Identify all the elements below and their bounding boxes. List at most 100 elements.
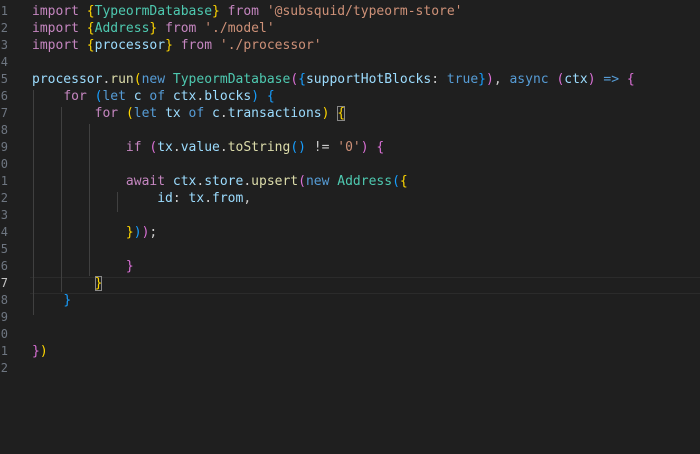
code-token: != [305,140,338,155]
code-line[interactable]: 0 [0,156,700,173]
code-line[interactable]: 4 [0,54,700,71]
code-token: processor [94,38,166,53]
line-number: 1 [0,4,8,18]
code-line[interactable]: 2 id: tx.from, [0,190,700,207]
code-token: import [32,21,87,36]
line-number: 2 [0,191,8,205]
code-line[interactable]: 5 processor.run(new TypeormDatabase({supp… [0,71,700,88]
code-token: '0' [337,140,361,155]
code-text: })); [32,224,157,241]
code-line[interactable]: 0 [0,326,700,343]
line-number: 5 [0,242,8,256]
code-token: } [478,72,486,87]
code-line[interactable]: 5 [0,241,700,258]
code-line[interactable]: 3 [0,207,700,224]
line-number: 2 [0,361,8,375]
code-line[interactable]: 1 import {TypeormDatabase} from '@subsqui… [0,3,700,20]
code-token: . [172,140,181,155]
code-text: import {Address} from './model' [32,20,275,37]
code-token: () [290,140,306,155]
code-line[interactable]: 2 import {Address} from './model' [0,20,700,37]
code-token: } [125,225,134,240]
code-token: : [431,72,447,87]
line-number: 5 [0,72,8,86]
code-token: } [94,276,103,291]
line-number: 7 [0,106,8,120]
code-token: '@subsquid/typeorm-store' [266,4,463,19]
code-token: for [94,106,126,121]
code-token: tx [165,106,181,121]
code-line[interactable]: 1 await ctx.store.upsert(new Address({ [0,173,700,190]
code-line[interactable]: 7 } [0,275,700,292]
code-token: { [298,72,306,87]
code-token: ( [298,174,306,189]
code-token: let [102,89,134,104]
code-token: ; [149,225,158,240]
code-token: blocks [204,89,252,104]
code-line[interactable]: 6 for (let c of ctx.blocks) { [0,88,700,105]
code-text: import {processor} from './processor' [32,37,322,54]
code-token: c [133,89,142,104]
line-number: 7 [0,276,8,290]
code-token: ( [133,72,142,87]
code-token: of [141,89,173,104]
code-text: import {TypeormDatabase} from '@subsquid… [32,3,463,20]
code-line[interactable]: 4 })); [0,224,700,241]
code-token: async [509,72,557,87]
code-token: { [626,72,635,87]
code-token: new [305,174,338,189]
line-number: 3 [0,208,8,222]
code-text: }) [32,343,48,360]
code-token: ( [392,174,400,189]
code-token: let [133,106,166,121]
code-text: } [32,292,71,309]
line-number: 9 [0,140,8,154]
code-line[interactable]: 2 [0,360,700,377]
code-token: of [180,106,213,121]
code-token: new [141,72,173,87]
code-token: } [212,4,220,19]
code-line[interactable]: 8 } [0,292,700,309]
code-line[interactable]: 9 if (tx.value.toString() != '0') { [0,139,700,156]
code-token: . [204,191,213,206]
code-line[interactable]: 6 } [0,258,700,275]
code-token: TypeormDatabase [172,72,291,87]
code-token: { [86,4,95,19]
code-editor[interactable]: 1 import {TypeormDatabase} from '@subsqui… [0,0,700,454]
code-line[interactable]: 8 [0,122,700,139]
code-text: } [32,275,103,292]
code-token: { [86,21,95,36]
code-token: processor [32,72,103,87]
code-token: for [63,89,95,104]
code-token: { [399,174,408,189]
code-token: upsert [251,174,299,189]
code-line[interactable]: 7 for (let tx of c.transactions) { [0,105,700,122]
code-token: store [204,174,244,189]
line-number: 8 [0,123,8,137]
code-token: ) [133,225,142,240]
code-text: } [32,258,134,275]
code-token: id [157,191,173,206]
code-line[interactable]: 9 [0,309,700,326]
code-token: ) [251,89,260,104]
code-text: for (let c of ctx.blocks) { [32,88,274,105]
code-token: { [86,38,95,53]
code-text: await ctx.store.upsert(new Address({ [32,173,408,190]
line-number: 1 [0,174,8,188]
code-line[interactable]: 1}) [0,343,700,360]
code-line[interactable]: 3 import {processor} from './processor' [0,37,700,54]
code-token: ) [587,72,596,87]
line-number: 9 [0,310,8,324]
code-token: toString [227,140,291,155]
code-token: } [165,38,173,53]
code-token: TypeormDatabase [94,4,213,19]
line-number: 1 [0,344,8,358]
